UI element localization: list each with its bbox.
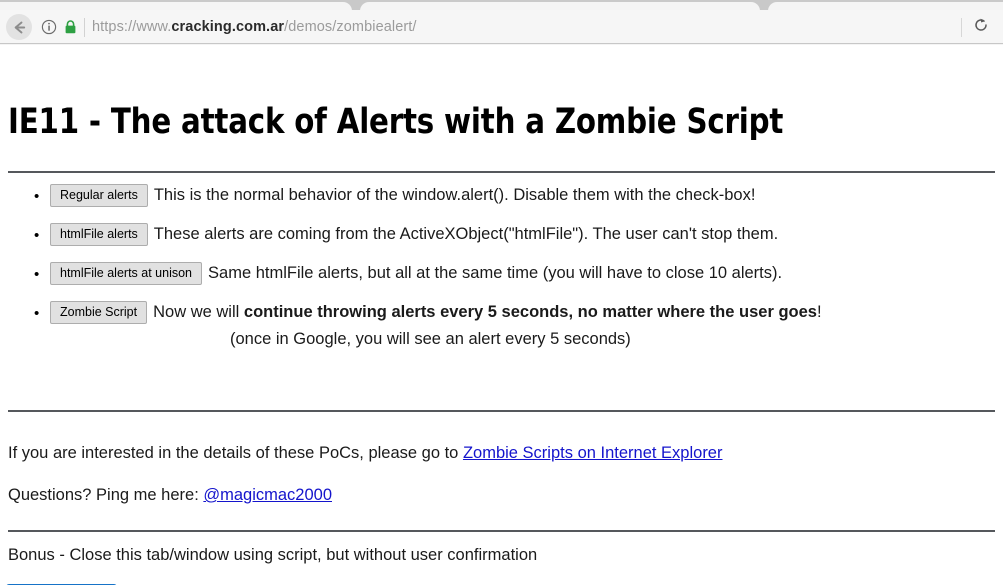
pocs-lead-text: If you are interested in the details of … <box>8 444 463 462</box>
lock-icon[interactable] <box>63 19 78 35</box>
page-title: IE11 - The attack of Alerts with a Zombi… <box>8 102 784 142</box>
zombie-text-bold: continue throwing alerts every 5 seconds… <box>243 303 817 321</box>
back-button[interactable] <box>6 14 32 40</box>
reload-button[interactable] <box>968 16 994 38</box>
htmlfile-alerts-unison-button[interactable]: htmlFile alerts at unison <box>50 262 203 285</box>
browser-chrome: https://www.cracking.com.ar/demos/zombie… <box>0 0 1003 45</box>
reload-icon <box>973 17 989 38</box>
pocs-paragraph: If you are interested in the details of … <box>8 441 722 465</box>
zombie-scripts-link[interactable]: Zombie Scripts on Internet Explorer <box>463 444 723 462</box>
bonus-paragraph: Bonus - Close this tab/window using scri… <box>8 546 538 564</box>
url-host: cracking.com.ar <box>171 19 285 35</box>
list-item-htmlfile-alerts: htmlFile alerts These alerts are coming f… <box>8 222 988 248</box>
zombie-script-description: Now we will continue throwing alerts eve… <box>153 303 821 321</box>
browser-tab-third[interactable] <box>768 2 1003 10</box>
htmlfile-alerts-unison-description: Same htmlFile alerts, but all at the sam… <box>208 264 783 282</box>
url-divider <box>84 18 85 37</box>
list-item-regular-alerts: Regular alerts This is the normal behavio… <box>8 183 988 209</box>
url-scheme: https://www. <box>92 19 172 35</box>
tab-strip <box>0 0 1003 10</box>
list-item-htmlfile-alerts-unison: htmlFile alerts at unison Same htmlFile a… <box>8 261 988 287</box>
twitter-handle-link[interactable]: @magicmac2000 <box>203 486 332 504</box>
zombie-script-subnote: (once in Google, you will see an alert e… <box>230 330 631 348</box>
htmlfile-alerts-button[interactable]: htmlFile alerts <box>50 223 148 246</box>
list-item-zombie-script: Zombie Script Now we will continue throwi… <box>8 300 988 351</box>
back-arrow-icon <box>11 19 28 36</box>
zombie-text-lead: Now we will <box>153 303 244 321</box>
regular-alerts-description: This is the normal behavior of the windo… <box>153 186 756 204</box>
browser-toolbar: https://www.cracking.com.ar/demos/zombie… <box>0 10 1003 44</box>
zombie-script-button[interactable]: Zombie Script <box>50 301 148 324</box>
regular-alerts-button[interactable]: Regular alerts <box>50 184 148 207</box>
reload-divider <box>961 18 962 37</box>
url-bar[interactable]: https://www.cracking.com.ar/demos/zombie… <box>92 16 417 38</box>
url-path: /demos/zombiealert/ <box>284 19 417 35</box>
page-content: IE11 - The attack of Alerts with a Zombi… <box>0 45 1003 585</box>
browser-tab-active[interactable] <box>0 2 352 10</box>
divider-middle <box>8 410 995 412</box>
zombie-text-tail: ! <box>816 303 822 321</box>
browser-tab-second[interactable] <box>360 2 760 10</box>
divider-top <box>8 171 995 173</box>
questions-paragraph: Questions? Ping me here: @magicmac2000 <box>8 483 332 507</box>
info-icon[interactable] <box>41 19 57 35</box>
demo-list: Regular alerts This is the normal behavio… <box>8 183 988 365</box>
divider-bottom <box>8 530 995 532</box>
htmlfile-alerts-description: These alerts are coming from the ActiveX… <box>153 225 779 243</box>
questions-lead-text: Questions? Ping me here: <box>8 486 204 504</box>
